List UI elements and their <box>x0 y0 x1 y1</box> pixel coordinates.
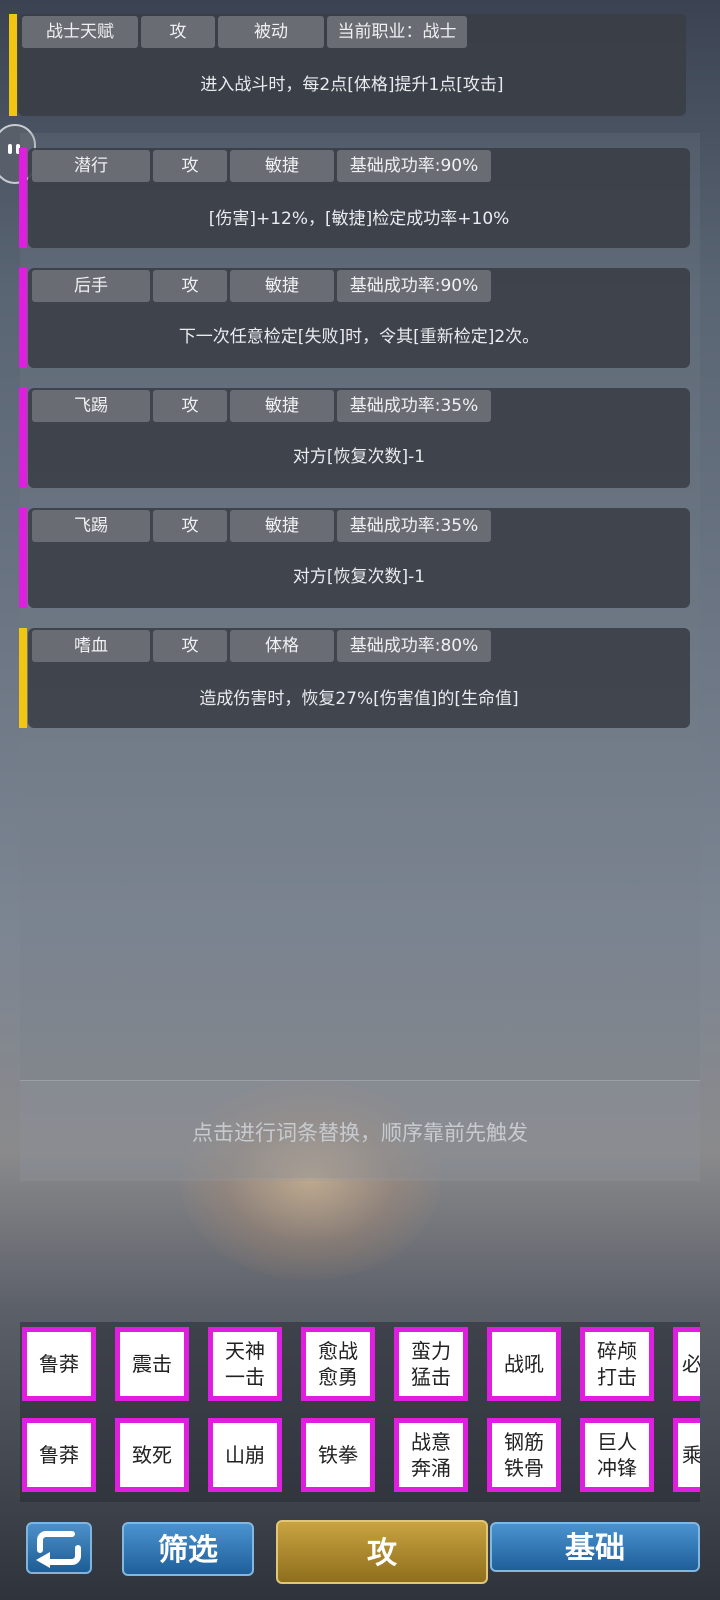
skill-chip[interactable]: 铁拳 <box>301 1418 375 1492</box>
skill-name: 飞踢 <box>32 510 150 542</box>
skill-desc: 对方[恢复次数]-1 <box>292 567 426 587</box>
talent-desc: 进入战斗时，每2点[体格]提升1点[攻击] <box>200 75 504 95</box>
skill-chip[interactable]: 愈战愈勇 <box>301 1327 375 1401</box>
skill-desc: 下一次任意检定[失败]时，令其[重新检定]2次。 <box>178 327 540 347</box>
replace-hint-text: 点击进行词条替换，顺序靠前先触发 <box>192 1121 528 1145</box>
skill-card[interactable]: 后手 攻 敏捷 基础成功率:90% 下一次任意检定[失败]时，令其[重新检定]2… <box>19 268 690 368</box>
skill-name: 飞踢 <box>32 390 150 422</box>
talent-tags: 战士天赋 攻 被动 当前职业：战士 <box>22 16 467 48</box>
skill-chip[interactable]: 致死 <box>115 1418 189 1492</box>
talent-mode: 被动 <box>218 16 324 48</box>
skill-chip[interactable]: 震击 <box>115 1327 189 1401</box>
skill-desc: [伤害]+12%，[敏捷]检定成功率+10% <box>208 209 510 229</box>
skill-accent-bar <box>19 388 27 488</box>
skill-chip[interactable]: 巨人冲锋 <box>580 1418 654 1492</box>
skill-chip-grid[interactable]: 鲁莽 震击 天神一击 愈战愈勇 蛮力猛击 战吼 碎颅打击 必 鲁莽 致死 山崩 … <box>20 1322 700 1502</box>
skill-chip[interactable]: 鲁莽 <box>22 1327 96 1401</box>
base-tab-button[interactable]: 基础 <box>490 1522 700 1572</box>
skill-success-rate: 基础成功率:80% <box>337 630 491 662</box>
skill-name: 嗜血 <box>32 630 150 662</box>
back-button[interactable] <box>26 1522 92 1574</box>
skill-chip[interactable]: 天神一击 <box>208 1327 282 1401</box>
skill-chip[interactable]: 乘 <box>673 1418 700 1492</box>
skill-desc: 对方[恢复次数]-1 <box>292 447 426 467</box>
skill-name: 后手 <box>32 270 150 302</box>
talent-accent-bar <box>9 14 17 116</box>
current-class: 当前职业：战士 <box>327 16 467 48</box>
return-arrow-icon <box>36 1531 81 1568</box>
skill-name: 潜行 <box>32 150 150 182</box>
skill-type: 攻 <box>153 270 227 302</box>
skill-chip[interactable]: 必 <box>673 1327 700 1401</box>
skill-attribute: 体格 <box>230 630 334 662</box>
skill-success-rate: 基础成功率:35% <box>337 390 491 422</box>
talent-name: 战士天赋 <box>22 16 138 48</box>
skill-accent-bar <box>19 148 27 248</box>
skill-type: 攻 <box>153 510 227 542</box>
attack-tab-button[interactable]: 攻 <box>276 1520 488 1584</box>
skill-card[interactable]: 飞踢 攻 敏捷 基础成功率:35% 对方[恢复次数]-1 <box>19 388 690 488</box>
skill-chip[interactable]: 鲁莽 <box>22 1418 96 1492</box>
replace-hint-area[interactable]: 点击进行词条替换，顺序靠前先触发 <box>20 1080 700 1181</box>
skill-accent-bar <box>19 628 27 728</box>
skill-chip[interactable]: 蛮力猛击 <box>394 1327 468 1401</box>
skill-type: 攻 <box>153 390 227 422</box>
skill-chip[interactable]: 碎颅打击 <box>580 1327 654 1401</box>
skill-attribute: 敏捷 <box>230 510 334 542</box>
skill-success-rate: 基础成功率:35% <box>337 510 491 542</box>
skill-type: 攻 <box>153 630 227 662</box>
skill-accent-bar <box>19 508 27 608</box>
skill-card[interactable]: 潜行 攻 敏捷 基础成功率:90% [伤害]+12%，[敏捷]检定成功率+10% <box>19 148 690 248</box>
skill-chip[interactable]: 战意奔涌 <box>394 1418 468 1492</box>
skill-chip[interactable]: 山崩 <box>208 1418 282 1492</box>
filter-button[interactable]: 筛选 <box>122 1522 254 1576</box>
skill-desc: 造成伤害时，恢复27%[伤害值]的[生命值] <box>199 689 519 709</box>
talent-card: 战士天赋 攻 被动 当前职业：战士 进入战斗时，每2点[体格]提升1点[攻击] <box>9 14 686 116</box>
talent-type: 攻 <box>141 16 215 48</box>
skill-attribute: 敏捷 <box>230 390 334 422</box>
skill-chip[interactable]: 战吼 <box>487 1327 561 1401</box>
skill-card[interactable]: 嗜血 攻 体格 基础成功率:80% 造成伤害时，恢复27%[伤害值]的[生命值] <box>19 628 690 728</box>
skill-card[interactable]: 飞踢 攻 敏捷 基础成功率:35% 对方[恢复次数]-1 <box>19 508 690 608</box>
skill-success-rate: 基础成功率:90% <box>337 150 491 182</box>
skill-chip[interactable]: 钢筋铁骨 <box>487 1418 561 1492</box>
skill-success-rate: 基础成功率:90% <box>337 270 491 302</box>
skill-attribute: 敏捷 <box>230 150 334 182</box>
skill-accent-bar <box>19 268 27 368</box>
skill-attribute: 敏捷 <box>230 270 334 302</box>
skill-type: 攻 <box>153 150 227 182</box>
